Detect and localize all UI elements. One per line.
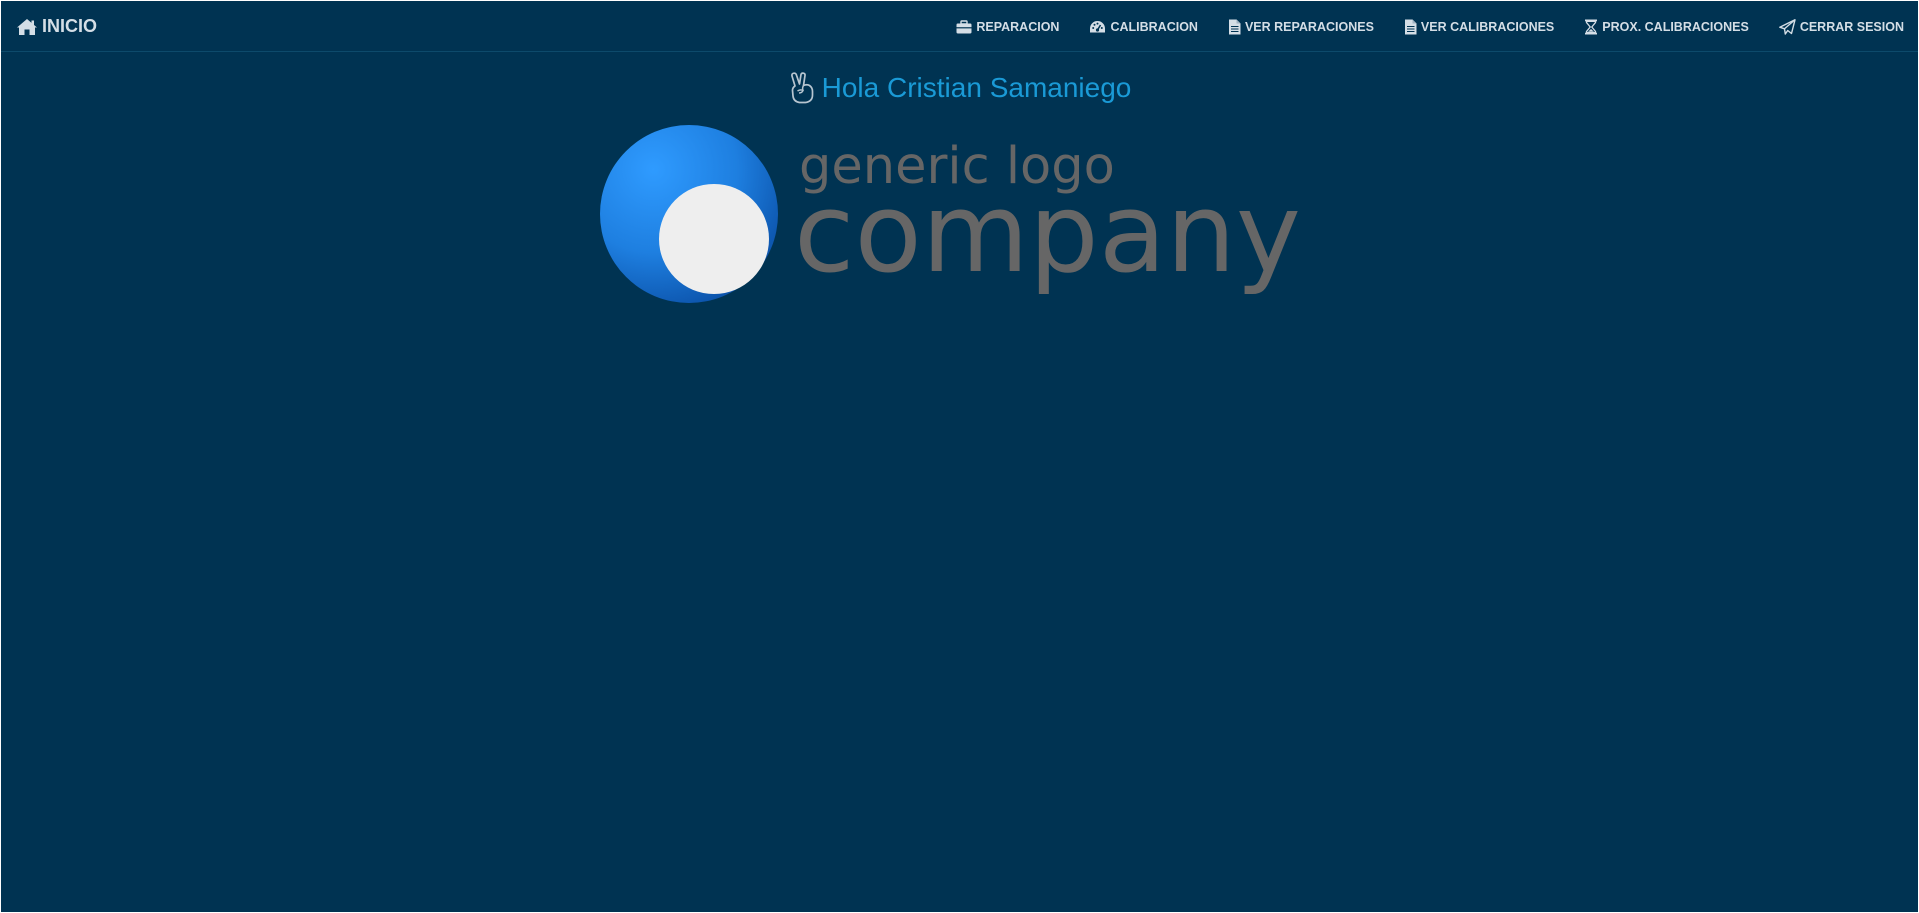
- dashboard-gauge-icon: [1089, 20, 1106, 34]
- main-nav: REPARACION CALIBRACION VER REPARACIONES …: [926, 1, 1904, 52]
- document-icon: [1228, 19, 1241, 35]
- nav-prox-calibraciones-label: PROX. CALIBRACIONES: [1602, 19, 1749, 34]
- paper-plane-icon: [1778, 18, 1796, 35]
- home-link-label: INICIO: [42, 16, 98, 36]
- nav-calibracion-label: CALIBRACION: [1110, 19, 1198, 34]
- nav-ver-reparaciones[interactable]: VER REPARACIONES: [1228, 19, 1374, 35]
- nav-reparacion[interactable]: REPARACION: [956, 20, 1059, 34]
- nav-cerrar-sesion-label: CERRAR SESION: [1799, 19, 1904, 34]
- company-logo: generic logo company: [599, 123, 1329, 313]
- nav-ver-calibraciones-label: VER CALIBRACIONES: [1420, 19, 1555, 34]
- logo-text-company: company: [794, 169, 1301, 297]
- home-link[interactable]: INICIO: [16, 1, 97, 52]
- nav-ver-calibraciones[interactable]: VER CALIBRACIONES: [1404, 19, 1554, 35]
- page: INICIO REPARACION CALIBRACION VER REPARA…: [0, 0, 1919, 913]
- nav-reparacion-label: REPARACION: [976, 19, 1060, 34]
- nav-ver-reparaciones-label: VER REPARACIONES: [1244, 19, 1374, 34]
- hand-peace-icon: [788, 72, 816, 104]
- logo-circle-mark: [600, 125, 778, 303]
- top-navbar: INICIO REPARACION CALIBRACION VER REPARA…: [1, 1, 1918, 52]
- home-icon: [16, 18, 38, 36]
- nav-calibracion[interactable]: CALIBRACION: [1089, 20, 1198, 34]
- briefcase-icon: [956, 19, 972, 34]
- app-background: INICIO REPARACION CALIBRACION VER REPARA…: [1, 1, 1918, 912]
- nav-prox-calibraciones[interactable]: PROX. CALIBRACIONES: [1584, 19, 1749, 35]
- greeting-text: Hola Cristian Samaniego: [821, 72, 1132, 103]
- hourglass-icon: [1584, 19, 1598, 35]
- nav-cerrar-sesion[interactable]: CERRAR SESION: [1778, 18, 1904, 35]
- greeting: Hola Cristian Samaniego: [1, 71, 1918, 112]
- document-icon: [1404, 19, 1417, 35]
